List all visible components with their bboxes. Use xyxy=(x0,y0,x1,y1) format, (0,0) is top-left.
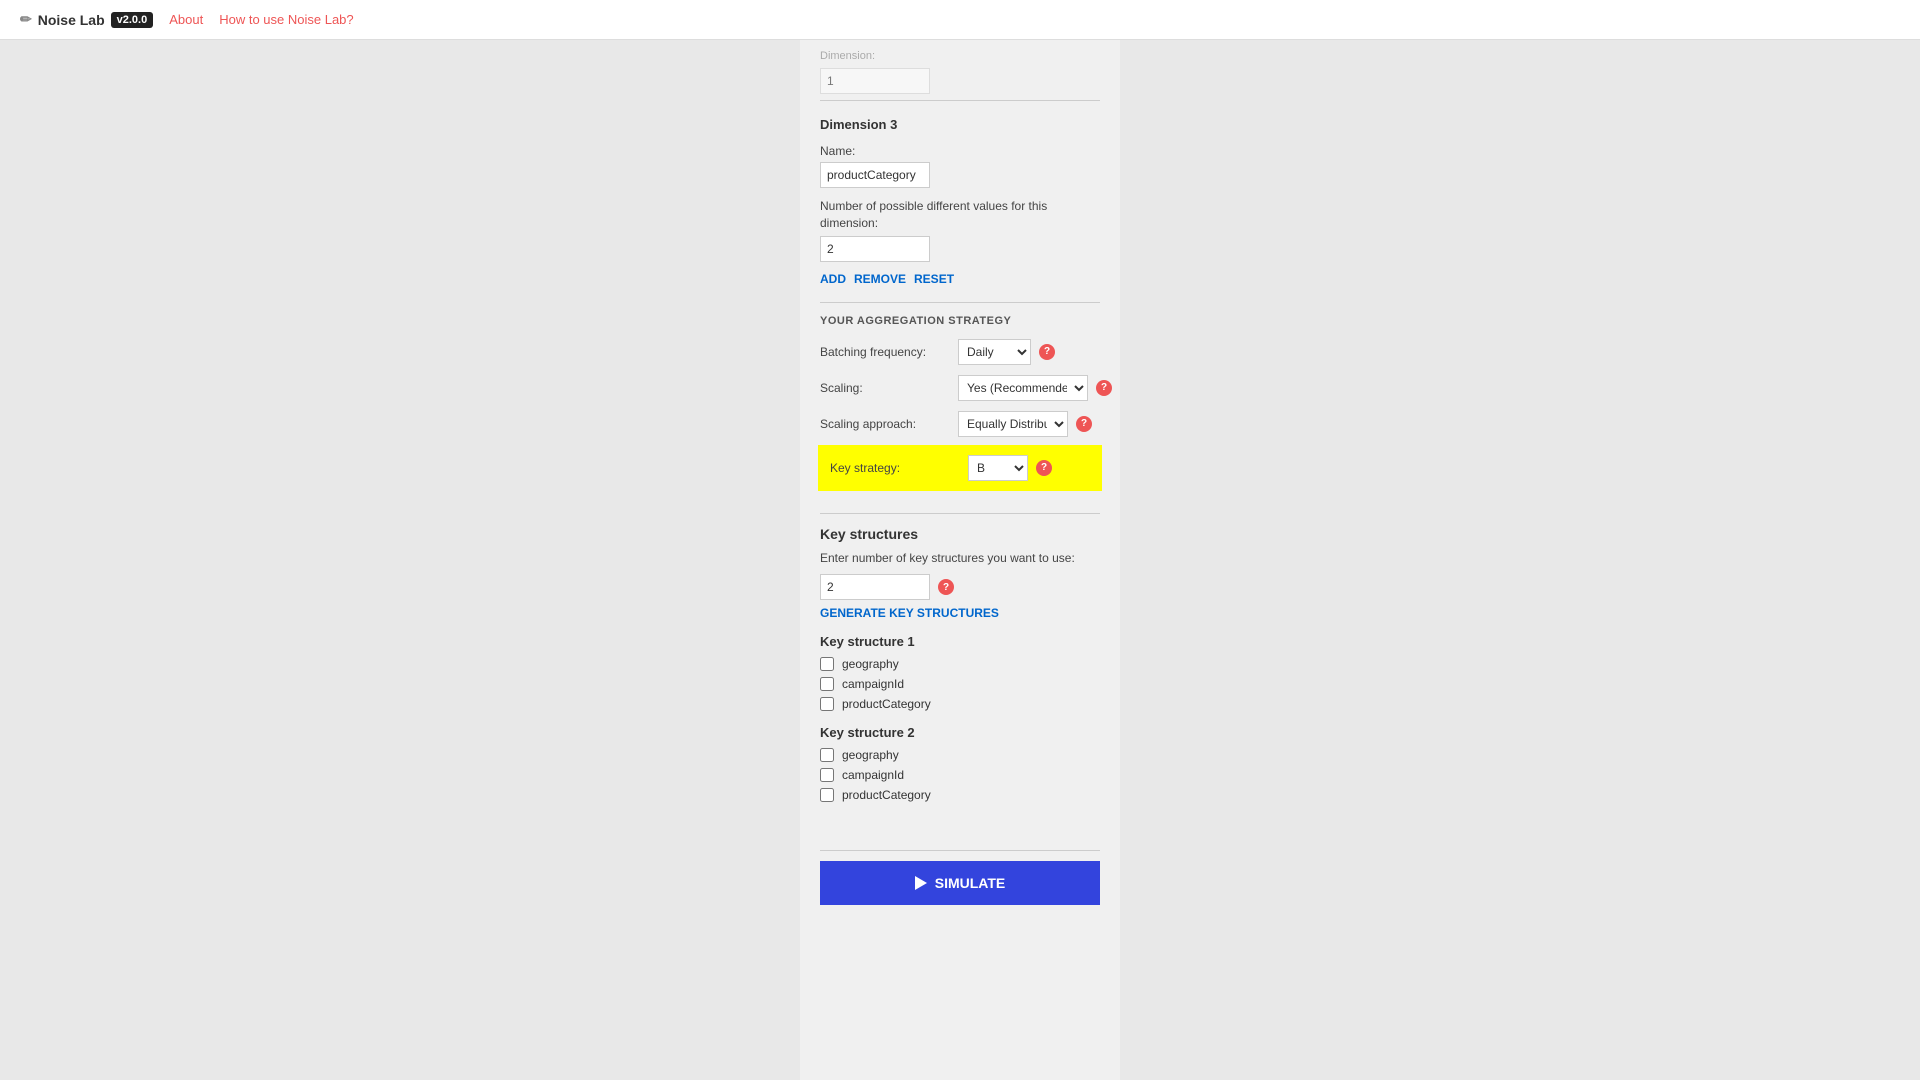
scaling-approach-help-icon[interactable]: ? xyxy=(1076,416,1092,432)
num-values-field-row: Number of possible different values for … xyxy=(820,198,1100,262)
aggregation-title: YOUR AGGREGATION STRATEGY xyxy=(820,315,1100,327)
ks2-campaignid-row: campaignId xyxy=(820,768,1100,782)
generate-structures-link[interactable]: GENERATE KEY STRUCTURES xyxy=(820,606,1100,620)
batching-help-icon[interactable]: ? xyxy=(1039,344,1055,360)
dimension3-section: Dimension 3 Name: Number of possible dif… xyxy=(800,101,1120,302)
num-structures-row: ? xyxy=(820,574,1100,600)
name-label: Name: xyxy=(820,144,1100,158)
ks1-campaignid-checkbox[interactable] xyxy=(820,677,834,691)
ks2-geography-row: geography xyxy=(820,748,1100,762)
ks2-campaignid-label: campaignId xyxy=(842,768,904,782)
panel-scroll[interactable]: Dimension: Dimension 3 Name: Number of p… xyxy=(800,40,1120,1080)
simulate-button[interactable]: SIMULATE xyxy=(820,861,1100,905)
scaling-approach-label: Scaling approach: xyxy=(820,417,950,431)
top-navigation: ✏ Noise Lab v2.0.0 About How to use Nois… xyxy=(0,0,1920,40)
batching-label: Batching frequency: xyxy=(820,345,950,359)
batching-select[interactable]: Daily Weekly Monthly xyxy=(958,339,1031,365)
name-input[interactable] xyxy=(820,162,930,188)
ks2-productcategory-label: productCategory xyxy=(842,788,931,802)
num-structures-help-icon[interactable]: ? xyxy=(938,579,954,595)
ks1-campaignid-label: campaignId xyxy=(842,677,904,691)
ks2-geography-label: geography xyxy=(842,748,899,762)
key-structures-desc: Enter number of key structures you want … xyxy=(820,550,1100,567)
key-strategy-label: Key strategy: xyxy=(830,461,960,475)
reset-link[interactable]: RESET xyxy=(914,272,954,286)
ks1-geography-row: geography xyxy=(820,657,1100,671)
ks2-geography-checkbox[interactable] xyxy=(820,748,834,762)
key-strategy-help-icon[interactable]: ? xyxy=(1036,460,1052,476)
main-content: 3. Dimension: Dimension 3 Name: Number o… xyxy=(0,40,1920,1080)
ks2-campaignid-checkbox[interactable] xyxy=(820,768,834,782)
aggregation-section: YOUR AGGREGATION STRATEGY Batching frequ… xyxy=(800,303,1120,513)
num-structures-input[interactable] xyxy=(820,574,930,600)
app-logo: ✏ Noise Lab v2.0.0 xyxy=(20,11,153,28)
num-values-label: Number of possible different values for … xyxy=(820,198,1100,232)
key-structures-section: Key structures Enter number of key struc… xyxy=(800,514,1120,821)
name-field-row: Name: xyxy=(820,144,1100,188)
app-name: Noise Lab xyxy=(38,12,105,28)
key-structure-1-title: Key structure 1 xyxy=(820,634,1100,649)
top-faded-label: Dimension: xyxy=(820,50,1100,62)
play-icon xyxy=(915,876,927,890)
key-strategy-highlighted-row: Key strategy: A B C ? xyxy=(818,445,1102,491)
key-structure-2-block: Key structure 2 geography campaignId pro… xyxy=(820,725,1100,802)
scaling-select[interactable]: Yes (Recommended) No xyxy=(958,375,1088,401)
ks2-productcategory-checkbox[interactable] xyxy=(820,788,834,802)
ks1-campaignid-row: campaignId xyxy=(820,677,1100,691)
key-structure-2-title: Key structure 2 xyxy=(820,725,1100,740)
ks1-productcategory-checkbox[interactable] xyxy=(820,697,834,711)
scaling-approach-row: Scaling approach: Equally Distributed ? xyxy=(820,411,1100,437)
key-strategy-select[interactable]: A B C xyxy=(968,455,1028,481)
ks1-productcategory-row: productCategory xyxy=(820,697,1100,711)
key-structures-title: Key structures xyxy=(820,526,1100,542)
dimension-action-links: ADD REMOVE RESET xyxy=(820,272,1100,286)
batching-row: Batching frequency: Daily Weekly Monthly… xyxy=(820,339,1100,365)
simulate-section: SIMULATE xyxy=(800,851,1120,925)
add-link[interactable]: ADD xyxy=(820,272,846,286)
num-structures-field: Enter number of key structures you want … xyxy=(820,550,1100,621)
scaling-approach-select[interactable]: Equally Distributed xyxy=(958,411,1068,437)
scaling-row: Scaling: Yes (Recommended) No ? xyxy=(820,375,1100,401)
version-badge: v2.0.0 xyxy=(111,12,154,28)
about-link[interactable]: About xyxy=(169,12,203,27)
num-values-input[interactable] xyxy=(820,236,930,262)
top-faded-input[interactable] xyxy=(820,68,930,94)
ks2-productcategory-row: productCategory xyxy=(820,788,1100,802)
main-panel: 3. Dimension: Dimension 3 Name: Number o… xyxy=(800,40,1120,1080)
howto-link[interactable]: How to use Noise Lab? xyxy=(219,12,353,27)
key-structure-1-block: Key structure 1 geography campaignId pro… xyxy=(820,634,1100,711)
pencil-icon: ✏ xyxy=(20,11,32,28)
simulate-label: SIMULATE xyxy=(935,875,1006,891)
scaling-help-icon[interactable]: ? xyxy=(1096,380,1112,396)
ks1-geography-label: geography xyxy=(842,657,899,671)
remove-link[interactable]: REMOVE xyxy=(854,272,906,286)
dimension3-title: Dimension 3 xyxy=(820,117,1100,132)
ks1-geography-checkbox[interactable] xyxy=(820,657,834,671)
top-faded-section: Dimension: xyxy=(800,40,1120,100)
ks1-productcategory-label: productCategory xyxy=(842,697,931,711)
scaling-label: Scaling: xyxy=(820,381,950,395)
